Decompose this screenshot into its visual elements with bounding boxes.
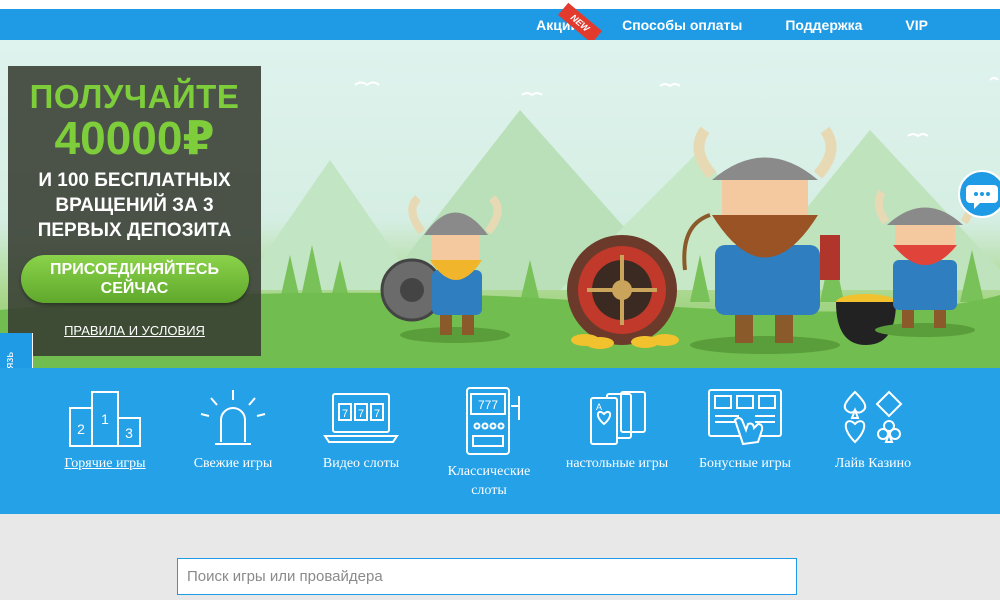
category-label: Видео слоты — [322, 456, 400, 471]
svg-text:A: A — [596, 402, 602, 412]
promo-panel: ПОЛУЧАЙТЕ 40000₽ И 100 БЕСПЛАТНЫХ ВРАЩЕН… — [8, 66, 261, 356]
category-live-casino[interactable]: Лайв Казино — [813, 386, 933, 473]
svg-text:7: 7 — [358, 408, 364, 420]
category-label: Бонусные игры — [699, 456, 791, 471]
category-video-slots[interactable]: 7 7 7 Видео слоты — [301, 386, 421, 473]
casino-page: Акции Способы оплаты Поддержка VIP NEW П… — [0, 0, 1000, 600]
top-nav: Акции Способы оплаты Поддержка VIP — [536, 9, 1000, 40]
svg-text:3: 3 — [125, 425, 133, 441]
category-table-games[interactable]: A настольные игры — [557, 386, 677, 473]
laptop-slot-icon: 7 7 7 — [323, 393, 399, 443]
chat-bubble-icon — [966, 185, 998, 209]
category-label: Лайв Казино — [834, 456, 912, 471]
promo-headline: ПОЛУЧАЙТЕ — [29, 78, 240, 115]
hero-banner: ПОЛУЧАЙТЕ 40000₽ И 100 БЕСПЛАТНЫХ ВРАЩЕН… — [0, 40, 1000, 368]
card-suits-icon — [843, 390, 903, 444]
promo-amount: 40000₽ — [54, 112, 215, 164]
svg-text:7: 7 — [374, 408, 380, 420]
bonus-hand-icon — [708, 389, 782, 446]
join-now-button[interactable]: ПРИСОЕДИНЯЙТЕСЬ СЕЙЧАС — [20, 255, 249, 303]
nav-vip-link[interactable]: VIP — [905, 17, 928, 33]
game-search-box — [177, 558, 797, 595]
category-label: Классические слоты — [447, 464, 531, 498]
terms-link[interactable]: ПРАВИЛА И УСЛОВИЯ — [8, 323, 261, 338]
top-nav-bar: Акции Способы оплаты Поддержка VIP NEW — [0, 0, 1000, 44]
playing-cards-icon: A — [590, 391, 646, 445]
podium-icon: 1 2 3 — [69, 391, 141, 447]
game-search-input[interactable] — [178, 559, 796, 594]
svg-text:777: 777 — [478, 398, 498, 412]
nav-payment-methods-link[interactable]: Способы оплаты — [622, 17, 742, 33]
live-chat-button[interactable] — [958, 170, 1000, 218]
category-hot-games[interactable]: 1 2 3 Горячие игры — [45, 386, 165, 473]
game-categories-bar: 1 2 3 Горячие игры Свежие игры 7 7 7 Вид… — [0, 368, 1000, 514]
category-bonus-games[interactable]: Бонусные игры — [685, 386, 805, 473]
category-label: Свежие игры — [193, 456, 273, 471]
category-label: настольные игры — [565, 456, 669, 471]
siren-icon — [200, 390, 266, 445]
slot-machine-icon: 777 — [466, 387, 520, 455]
category-label: Горячие игры — [64, 456, 146, 471]
svg-text:1: 1 — [101, 411, 109, 427]
svg-text:7: 7 — [342, 408, 348, 420]
category-classic-slots[interactable]: 777 Классические слоты — [429, 386, 549, 500]
promo-description: И 100 БЕСПЛАТНЫХ ВРАЩЕНИЙ ЗА 3 ПЕРВЫХ ДЕ… — [37, 170, 232, 241]
nav-support-link[interactable]: Поддержка — [785, 17, 862, 33]
svg-text:2: 2 — [77, 421, 85, 437]
category-new-games[interactable]: Свежие игры — [173, 386, 293, 473]
